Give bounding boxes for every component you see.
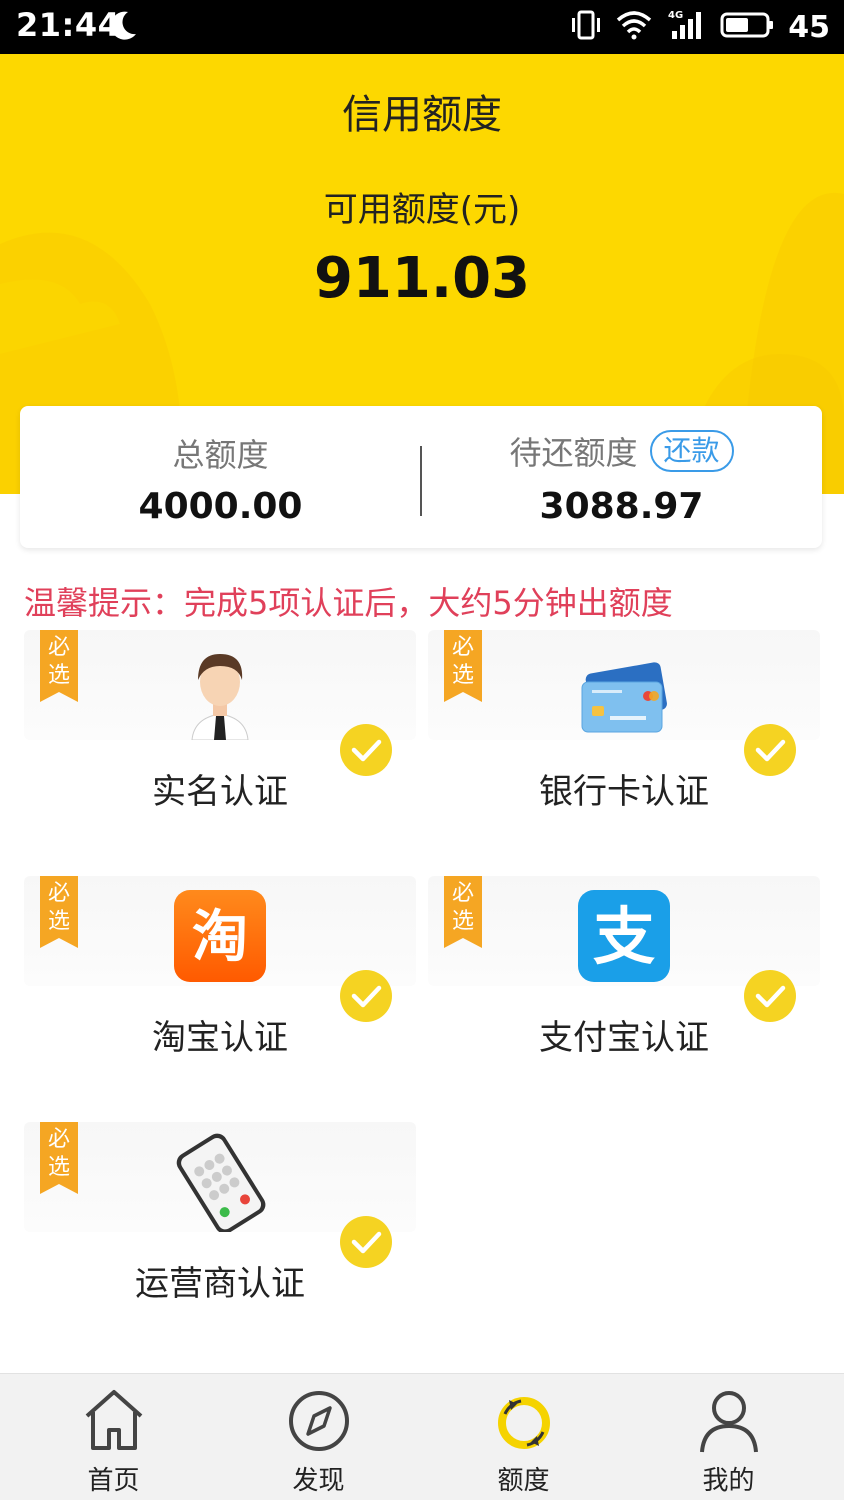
pending-repayment-label: 待还额度	[509, 434, 638, 472]
nav-label: 首页	[87, 1466, 140, 1496]
required-badge-label: 必选	[47, 1127, 70, 1180]
svg-text:支: 支	[593, 900, 655, 973]
check-icon	[744, 970, 796, 1022]
user-icon	[696, 1386, 762, 1456]
required-badge-label: 必选	[451, 635, 474, 688]
check-icon	[744, 724, 796, 776]
required-badge-label: 必选	[451, 881, 474, 934]
page-title: 信用额度	[342, 92, 502, 138]
total-credit-section: 总额度 4000.00	[20, 406, 421, 548]
auth-card-bankcard[interactable]: 必选 银行卡认证	[428, 630, 820, 820]
check-icon	[340, 724, 392, 776]
available-credit-label: 可用额度(元)	[323, 190, 521, 230]
nav-label: 发现	[292, 1466, 345, 1496]
status-icons: 4G 45	[570, 8, 830, 46]
credit-card-icon	[574, 640, 674, 740]
person-avatar-icon	[170, 640, 270, 741]
credit-summary-card: 总额度 4000.00 待还额度 还款 3088.97	[20, 406, 822, 548]
auth-card-alipay[interactable]: 必选 支 支付宝认证	[428, 876, 820, 1066]
total-credit-value: 4000.00	[138, 486, 303, 527]
nav-label: 我的	[702, 1466, 755, 1496]
nav-item-credit[interactable]: 额度	[418, 1374, 629, 1500]
bottom-navigation: 首页 发现 额度 我的	[0, 1373, 844, 1500]
required-ribbon: 必选	[40, 630, 78, 702]
wifi-icon	[616, 10, 652, 44]
nav-item-profile[interactable]: 我的	[623, 1374, 834, 1500]
required-ribbon: 必选	[40, 876, 78, 948]
required-badge-label: 必选	[47, 881, 70, 934]
moon-icon	[108, 10, 138, 46]
nav-item-discover[interactable]: 发现	[213, 1374, 424, 1500]
battery-icon	[720, 11, 774, 43]
home-icon	[81, 1386, 147, 1456]
repay-button[interactable]: 还款	[649, 430, 734, 472]
auth-card-realname[interactable]: 必选 实名认证	[24, 630, 416, 820]
required-ribbon: 必选	[40, 1122, 78, 1194]
alipay-icon: 支	[574, 886, 674, 986]
pending-repayment-value: 3088.97	[539, 486, 704, 527]
pending-repayment-section: 待还额度 还款 3088.97	[421, 406, 822, 548]
mobile-phone-icon	[160, 1132, 280, 1234]
status-bar: 21:44 4G 45	[0, 0, 844, 54]
compass-icon	[286, 1386, 352, 1456]
nav-label: 额度	[497, 1466, 550, 1496]
required-badge-label: 必选	[47, 635, 70, 688]
auth-card-carrier[interactable]: 必选 运营商认证	[24, 1122, 416, 1312]
battery-level: 45	[788, 9, 830, 45]
status-time: 21:44	[16, 6, 121, 44]
taobao-icon: 淘	[170, 886, 270, 986]
auth-card-taobao[interactable]: 必选 淘 淘宝认证	[24, 876, 416, 1066]
tip-notice: 温馨提示：完成5项认证后，大约5分钟出额度	[24, 584, 673, 622]
available-credit-value: 911.03	[313, 246, 531, 311]
vibrate-icon	[570, 10, 602, 44]
total-credit-label: 总额度	[172, 436, 269, 474]
check-icon	[340, 970, 392, 1022]
network-type-label: 4G	[668, 10, 683, 21]
nav-item-home[interactable]: 首页	[8, 1374, 219, 1500]
svg-text:淘: 淘	[192, 905, 248, 970]
signal-icon: 4G	[666, 9, 706, 45]
required-ribbon: 必选	[444, 876, 482, 948]
refresh-icon	[491, 1386, 557, 1456]
required-ribbon: 必选	[444, 630, 482, 702]
check-icon	[340, 1216, 392, 1268]
